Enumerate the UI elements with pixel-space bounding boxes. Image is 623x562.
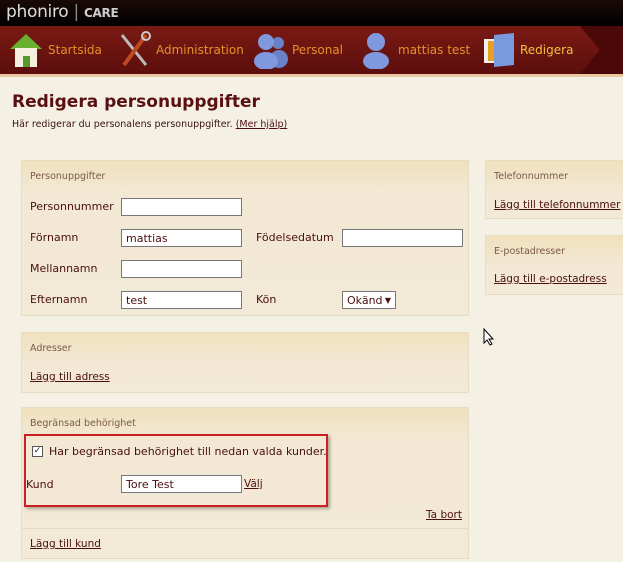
tools-icon — [120, 31, 151, 67]
restricted-access-checkbox[interactable]: ✓ — [32, 446, 43, 457]
nav-item-mattias-test[interactable]: mattias test — [358, 26, 470, 74]
mouse-cursor-icon — [483, 328, 495, 346]
efternamn-label: Efternamn — [30, 293, 88, 306]
personnummer-label: Personnummer — [30, 200, 114, 213]
users-icon — [254, 34, 288, 69]
user-icon — [363, 33, 389, 69]
nav-item-redigera[interactable]: Redigera — [480, 26, 573, 74]
nav-item-startsida[interactable]: Startsida — [8, 26, 102, 74]
adresser-panel: Adresser Lägg till adress — [21, 332, 469, 393]
add-email-link[interactable]: Lägg till e-postadress — [494, 273, 607, 285]
fornamn-input[interactable] — [121, 229, 242, 247]
logo: phoniro | CARE — [6, 2, 119, 22]
personuppgifter-panel: Personuppgifter Personnummer Förnamn Föd… — [21, 160, 469, 316]
mellannamn-label: Mellannamn — [30, 262, 98, 275]
fornamn-label: Förnamn — [30, 231, 79, 244]
fodelsedatum-label: Födelsedatum — [256, 231, 334, 244]
efternamn-input[interactable] — [121, 291, 242, 309]
nav-item-personal[interactable]: Personal — [252, 26, 343, 74]
checkbox-label: Har begränsad behörighet till nedan vald… — [49, 445, 327, 458]
personnummer-input[interactable] — [121, 198, 242, 216]
panel-header: Begränsad behörighet — [30, 418, 136, 429]
kon-select[interactable]: Okänd ▼ — [342, 291, 396, 309]
nav-item-administration[interactable]: Administration — [116, 26, 244, 74]
behorighet-panel: Begränsad behörighet ✓ Har begränsad beh… — [21, 407, 469, 559]
add-phone-link[interactable]: Lägg till telefonnummer — [494, 199, 620, 211]
panel-header: E-postadresser — [494, 246, 565, 257]
chevron-down-icon: ▼ — [384, 295, 391, 305]
valj-link[interactable]: Välj — [244, 478, 263, 490]
kund-input[interactable] — [121, 475, 242, 493]
epost-panel: E-postadresser Lägg till e-postadress — [485, 235, 623, 295]
top-bar: phoniro | CARE — [0, 0, 623, 26]
page-title: Redigera personuppgifter — [12, 92, 260, 112]
remove-link[interactable]: Ta bort — [426, 509, 462, 521]
breadcrumb-nav: Startsida Administration Personal mattia… — [0, 26, 623, 77]
page-subtitle: Här redigerar du personalens personuppgi… — [12, 119, 288, 130]
help-link[interactable]: (Mer hjälp) — [236, 119, 288, 130]
add-address-link[interactable]: Lägg till adress — [30, 371, 110, 383]
add-customer-link[interactable]: Lägg till kund — [30, 538, 101, 550]
house-icon — [10, 34, 42, 67]
kund-label: Kund — [26, 478, 54, 491]
fodelsedatum-input[interactable] — [342, 229, 463, 247]
panel-header: Adresser — [30, 343, 72, 354]
panel-header: Personuppgifter — [30, 171, 106, 182]
telefon-panel: Telefonnummer Lägg till telefonnummer — [485, 160, 623, 219]
panel-header: Telefonnummer — [494, 171, 568, 182]
divider — [22, 528, 468, 529]
mellannamn-input[interactable] — [121, 260, 242, 278]
kon-label: Kön — [256, 293, 277, 306]
folder-icon — [484, 33, 514, 67]
